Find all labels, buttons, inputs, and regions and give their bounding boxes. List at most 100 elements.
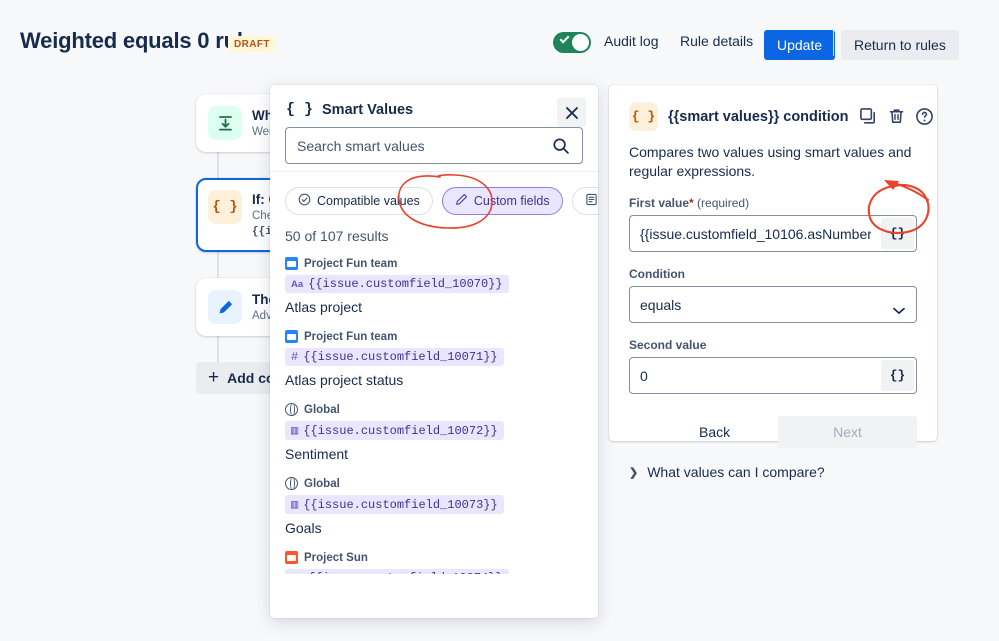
item-label: Atlas project status <box>285 372 404 388</box>
condition-panel-title: {{smart values}} condition <box>668 108 849 125</box>
tree-connector <box>217 336 219 362</box>
field-type-icon: ▥ <box>291 424 299 438</box>
toggle-knob <box>572 34 589 51</box>
chip-custom-fields[interactable]: Custom fields <box>441 187 563 215</box>
help-circle-icon[interactable] <box>915 107 934 126</box>
second-value-field-wrapper[interactable]: {} <box>629 357 917 394</box>
condition-select-label: Condition <box>629 267 685 281</box>
rule-details-link[interactable]: Rule details <box>680 33 753 49</box>
list-item[interactable]: Project Sun Aa {{issue.customfield_10074… <box>285 551 583 574</box>
status-badge: DRAFT <box>228 36 276 52</box>
duplicate-icon[interactable] <box>859 107 878 126</box>
globe-icon <box>285 402 298 416</box>
list-item[interactable]: Project Fun team Aa {{issue.customfield_… <box>285 257 583 315</box>
tree-connector <box>217 252 219 278</box>
close-icon[interactable] <box>557 98 586 127</box>
return-to-rules-button[interactable]: Return to rules <box>841 30 959 60</box>
condition-button-row: Back Next <box>629 416 917 448</box>
item-scope: Project Fun team <box>285 257 583 270</box>
list-item[interactable]: Project Fun team # {{issue.customfield_1… <box>285 330 583 388</box>
item-scope: Global <box>285 476 583 490</box>
smart-values-results-list[interactable]: Project Fun team Aa {{issue.customfield_… <box>270 244 598 574</box>
required-note: (required) <box>697 196 750 210</box>
audit-log-link[interactable]: Audit log <box>604 33 658 49</box>
update-button[interactable]: Update <box>764 30 836 60</box>
field-type-icon: Aa <box>291 278 304 290</box>
search-field-wrapper[interactable] <box>285 127 583 164</box>
add-component-label: Add co <box>227 370 275 386</box>
first-value-smart-values-button[interactable]: {} <box>881 218 914 249</box>
item-label: Goals <box>285 520 322 536</box>
page-title: Weighted equals 0 rule <box>20 28 255 53</box>
chip-label: Compatible values <box>317 194 420 208</box>
item-scope: Global <box>285 402 583 416</box>
filter-chip-group: Compatible values Custom fields Other <box>270 172 598 215</box>
pencil-icon <box>455 193 468 209</box>
smart-values-header: { } Smart Values <box>270 85 598 172</box>
condition-select[interactable]: equals <box>629 286 917 323</box>
field-type-icon: ▥ <box>291 498 299 512</box>
globe-icon <box>285 476 298 490</box>
chip-other-values[interactable]: Other values <box>571 187 598 215</box>
item-scope-label: Project Sun <box>304 551 368 564</box>
item-token-text: {{issue.customfield_10072}} <box>303 423 498 438</box>
item-scope: Project Fun team <box>285 330 583 343</box>
item-token[interactable]: Aa {{issue.customfield_10070}} <box>285 275 509 293</box>
item-token-text: {{issue.customfield_10074}} <box>308 571 502 574</box>
chevron-down-icon <box>893 302 905 318</box>
search-input[interactable] <box>297 137 557 154</box>
required-asterisk: * <box>689 196 694 210</box>
condition-description: Compares two values using smart values a… <box>629 144 912 179</box>
item-scope-label: Global <box>304 403 340 416</box>
results-count: 50 of 107 results <box>285 228 389 244</box>
search-icon <box>552 137 570 160</box>
item-token-text: {{issue.customfield_10070}} <box>308 277 503 291</box>
item-token-text: {{issue.customfield_10073}} <box>303 497 498 512</box>
item-token[interactable]: ▥ {{issue.customfield_10072}} <box>285 421 504 440</box>
condition-config-panel: { } {{smart values}} condition Compares … <box>609 85 937 480</box>
first-value-label: First value* (required) <box>629 196 750 210</box>
what-values-expander[interactable]: ❯ What values can I compare? <box>629 464 917 480</box>
first-value-field-wrapper[interactable]: {} <box>629 215 917 252</box>
chevron-right-icon: ❯ <box>629 466 639 479</box>
item-token[interactable]: # {{issue.customfield_10071}} <box>285 348 504 366</box>
item-scope: Project Sun <box>285 551 583 564</box>
field-type-icon: Aa <box>291 573 303 575</box>
list-item[interactable]: Global ▥ {{issue.customfield_10073}} Goa… <box>285 476 583 536</box>
chip-compatible-values[interactable]: Compatible values <box>285 187 433 215</box>
next-button: Next <box>778 416 917 448</box>
edit-pencil-icon <box>208 290 242 324</box>
condition-select-value: equals <box>640 296 682 313</box>
project-avatar-icon <box>285 257 298 270</box>
item-label: Atlas project <box>285 299 363 315</box>
trash-icon[interactable] <box>887 107 906 126</box>
rule-enabled-toggle[interactable] <box>553 32 591 53</box>
second-value-label: Second value <box>629 338 707 352</box>
second-value-input[interactable] <box>630 367 881 384</box>
condition-panel-header: { } {{smart values}} condition <box>629 102 933 131</box>
item-token[interactable]: Aa {{issue.customfield_10074}} <box>285 569 509 574</box>
project-avatar-icon <box>285 551 298 564</box>
first-value-input[interactable] <box>630 225 881 242</box>
plus-icon: + <box>208 367 220 388</box>
item-token-text: {{issue.customfield_10071}} <box>303 350 498 364</box>
back-button[interactable]: Back <box>679 416 750 448</box>
second-value-smart-values-button[interactable]: {} <box>881 360 914 391</box>
smart-values-brace-icon: { } <box>208 190 242 224</box>
smart-values-panel: { } Smart Values Search smart values Com… <box>270 85 598 618</box>
item-scope-label: Global <box>304 477 340 490</box>
tree-connector <box>217 152 219 178</box>
smart-values-title: Smart Values <box>322 101 414 118</box>
smart-values-brace-icon: { } <box>629 102 658 131</box>
list-item[interactable]: Global ▥ {{issue.customfield_10072}} Sen… <box>285 402 583 462</box>
item-scope-label: Project Fun team <box>304 257 398 270</box>
project-avatar-icon <box>285 330 298 343</box>
brace-icon: { } <box>286 101 314 118</box>
page-header: Weighted equals 0 rule DRAFT Audit log R… <box>0 0 999 84</box>
chip-label: Custom fields <box>473 194 550 208</box>
expander-label: What values can I compare? <box>647 464 825 480</box>
list-panel-icon <box>585 193 598 209</box>
field-type-icon: # <box>291 350 299 364</box>
item-token[interactable]: ▥ {{issue.customfield_10073}} <box>285 495 504 514</box>
trigger-import-icon <box>208 106 242 140</box>
